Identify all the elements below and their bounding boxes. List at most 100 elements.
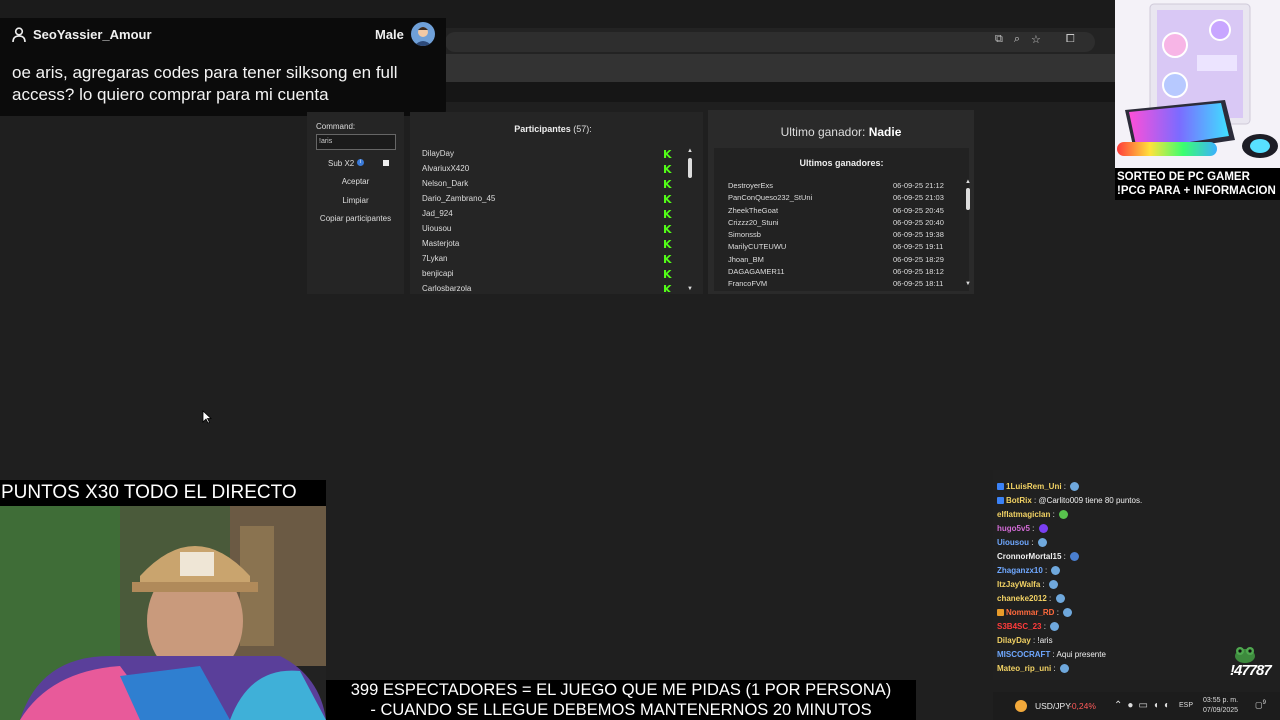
winner-name: MarilyCUTEUWU — [728, 242, 787, 252]
kick-icon: K — [663, 208, 672, 221]
chat-username[interactable]: DilayDay — [997, 636, 1031, 645]
ticker-symbol[interactable]: USD/JPY — [1035, 701, 1071, 711]
emote-icon — [1059, 664, 1069, 673]
goal-banner: 399 ESPECTADORES = EL JUEGO QUE ME PIDAS… — [326, 680, 916, 720]
chat-username[interactable]: Uiousou — [997, 538, 1029, 547]
scroll-up-arrow-icon[interactable]: ▲ — [687, 148, 693, 154]
emote-icon — [1038, 524, 1048, 533]
chevron-up-icon[interactable]: ⌃ — [1114, 700, 1127, 711]
chat-username[interactable]: Mateo_rip_uni — [997, 664, 1051, 673]
participant-row[interactable]: AlvariuxX420 K — [410, 163, 680, 178]
ticker-change[interactable]: -0,24% — [1069, 701, 1096, 711]
language-indicator[interactable]: ESP — [1179, 702, 1193, 709]
winner-date: 06-09-25 19:11 — [893, 242, 944, 252]
chat-text: : — [1061, 482, 1069, 491]
participant-row[interactable]: Carlosbarzola K — [410, 283, 680, 292]
recent-winners-list[interactable]: DestroyerExs 06-09-25 21:12 PanConQueso232… — [714, 180, 954, 288]
chat-message: Nommar_RD : — [997, 608, 1073, 617]
highlighted-chat-message: SeoYassier_Amour Male oe aris, agregaras… — [0, 18, 446, 116]
user-icon — [12, 27, 26, 43]
winner-row: ZheekTheGoat 06-09-25 20:45 — [714, 205, 954, 217]
copy-participants-button[interactable]: Copiar participantes — [315, 211, 396, 227]
chat-text: : Aqui presente — [1050, 650, 1106, 659]
scroll-thumb[interactable] — [966, 188, 970, 210]
participant-name: DilayDay — [422, 149, 455, 158]
scroll-down-arrow-icon[interactable]: ▼ — [687, 286, 693, 292]
scroll-down-arrow-icon[interactable]: ▼ — [965, 281, 971, 287]
command-input[interactable]: !aris — [316, 134, 396, 150]
winner-date: 06-09-25 20:40 — [893, 217, 944, 227]
streamer-webcam — [0, 506, 326, 720]
chat-username[interactable]: CronnorMortal15 — [997, 552, 1061, 561]
chat-text: : — [1050, 510, 1058, 519]
accept-button[interactable]: Aceptar — [315, 174, 396, 190]
winner-name: Crizzz20_Stuni — [728, 217, 779, 227]
network-icon[interactable]: ▭ — [1138, 700, 1152, 711]
participant-row[interactable]: Nelson_Dark K — [410, 178, 680, 193]
info-icon[interactable]: i — [357, 159, 364, 166]
winner-name: PanConQueso232_StUni — [728, 193, 813, 203]
kick-icon: K — [663, 223, 672, 236]
message-username: SeoYassier_Amour — [33, 27, 152, 42]
winners-panel: Ultimo ganador: Nadie Ultimos ganadores:… — [708, 110, 974, 294]
participants-title: Participantes (57): — [410, 124, 696, 134]
chat-message: CronnorMortal15 : — [997, 552, 1080, 561]
participant-row[interactable]: Masterjota K — [410, 238, 680, 253]
kick-icon: K — [663, 178, 672, 191]
participant-name: Nelson_Dark — [422, 179, 469, 188]
chat-username[interactable]: Nommar_RD — [1006, 608, 1054, 617]
pc-giveaway-promo: SORTEO DE PC GAMER !PCG PARA + INFORMACI… — [1115, 0, 1280, 200]
address-bar-icons: ⧉ ⌕ ☆ ⧠ — [995, 33, 1075, 46]
windows-taskbar: USD/JPY -0,24% ⌃●▭◖◐ ESP 03:55 p. m. 07/… — [993, 692, 1280, 720]
recent-winners-title: Ultimos ganadores: — [799, 158, 884, 168]
microphone-icon[interactable]: ● — [1127, 700, 1138, 711]
chat-message: hugo5v5 : — [997, 524, 1048, 533]
avatar — [411, 22, 435, 46]
scroll-up-arrow-icon[interactable]: ▲ — [965, 179, 971, 185]
winner-name: FrancoFVM — [728, 279, 768, 288]
chat-username[interactable]: elflatmagiclan — [997, 510, 1050, 519]
chat-username[interactable]: MISCOCRAFT — [997, 650, 1050, 659]
volume-icon[interactable]: ◖ — [1153, 700, 1164, 711]
sub-x2-checkbox[interactable] — [383, 160, 389, 166]
clear-button[interactable]: Limpiar — [315, 193, 396, 209]
chat-text: : — [1042, 566, 1050, 575]
participant-row[interactable]: Jad_924 K — [410, 208, 680, 223]
chat-username[interactable]: ItzJayWalfa — [997, 580, 1040, 589]
sync-icon[interactable]: ◐ — [1164, 700, 1175, 711]
participant-row[interactable]: 7Lykan K — [410, 253, 680, 268]
bookmark-star-icon[interactable]: ☆ — [1031, 33, 1041, 46]
winners-scrollbar[interactable]: ▲ ▼ — [964, 179, 972, 287]
giveaway-controls: Command: !aris Sub X2 i Aceptar Limpiar … — [307, 112, 404, 294]
stock-ticker-icon[interactable] — [1015, 700, 1027, 712]
participant-row[interactable]: Uiousou K — [410, 223, 680, 238]
clock[interactable]: 03:55 p. m. 07/09/2025 — [1203, 696, 1238, 716]
chat-username[interactable]: chaneke2012 — [997, 594, 1047, 603]
zoom-icon[interactable]: ⌕ — [1014, 33, 1020, 46]
participant-row[interactable]: benjicapi K — [410, 268, 680, 283]
winner-row: PanConQueso232_StUni 06-09-25 21:03 — [714, 192, 954, 204]
kick-icon: K — [663, 193, 672, 206]
participant-row[interactable]: DilayDay K — [410, 148, 680, 163]
notification-icon[interactable]: ▢9 — [1255, 700, 1269, 712]
winner-name: ZheekTheGoat — [728, 205, 779, 215]
translate-icon[interactable]: ⧉ — [995, 33, 1003, 46]
participant-name: AlvariuxX420 — [422, 164, 470, 173]
participant-row[interactable]: Dario_Zambrano_45 K — [410, 193, 680, 208]
participants-scrollbar[interactable]: ▲ ▼ — [686, 148, 694, 292]
chat-username[interactable]: 1LuisRem_Uni — [1006, 482, 1062, 491]
chat-username[interactable]: hugo5v5 — [997, 524, 1030, 533]
chat-username[interactable]: Zhaganzx10 — [997, 566, 1043, 575]
kick-icon: K — [663, 283, 672, 292]
extensions-icon[interactable]: ⧠ — [1066, 33, 1075, 46]
chat-username[interactable]: BotRix — [1006, 496, 1032, 505]
winner-row: MarilyCUTEUWU 06-09-25 19:11 — [714, 241, 954, 253]
chat-text: : — [1051, 664, 1058, 673]
gaming-pc-image — [1115, 0, 1280, 168]
chat-username[interactable]: S3B4SC_23 — [997, 622, 1041, 631]
scroll-thumb[interactable] — [688, 158, 692, 178]
winner-date: 06-09-25 18:11 — [893, 279, 944, 288]
participant-name: benjicapi — [422, 269, 454, 278]
winner-name: DAGAGAMER11 — [728, 267, 785, 277]
participants-list[interactable]: DilayDay K AlvariuxX420 K Nelson_Dark K Dario_… — [410, 148, 680, 292]
